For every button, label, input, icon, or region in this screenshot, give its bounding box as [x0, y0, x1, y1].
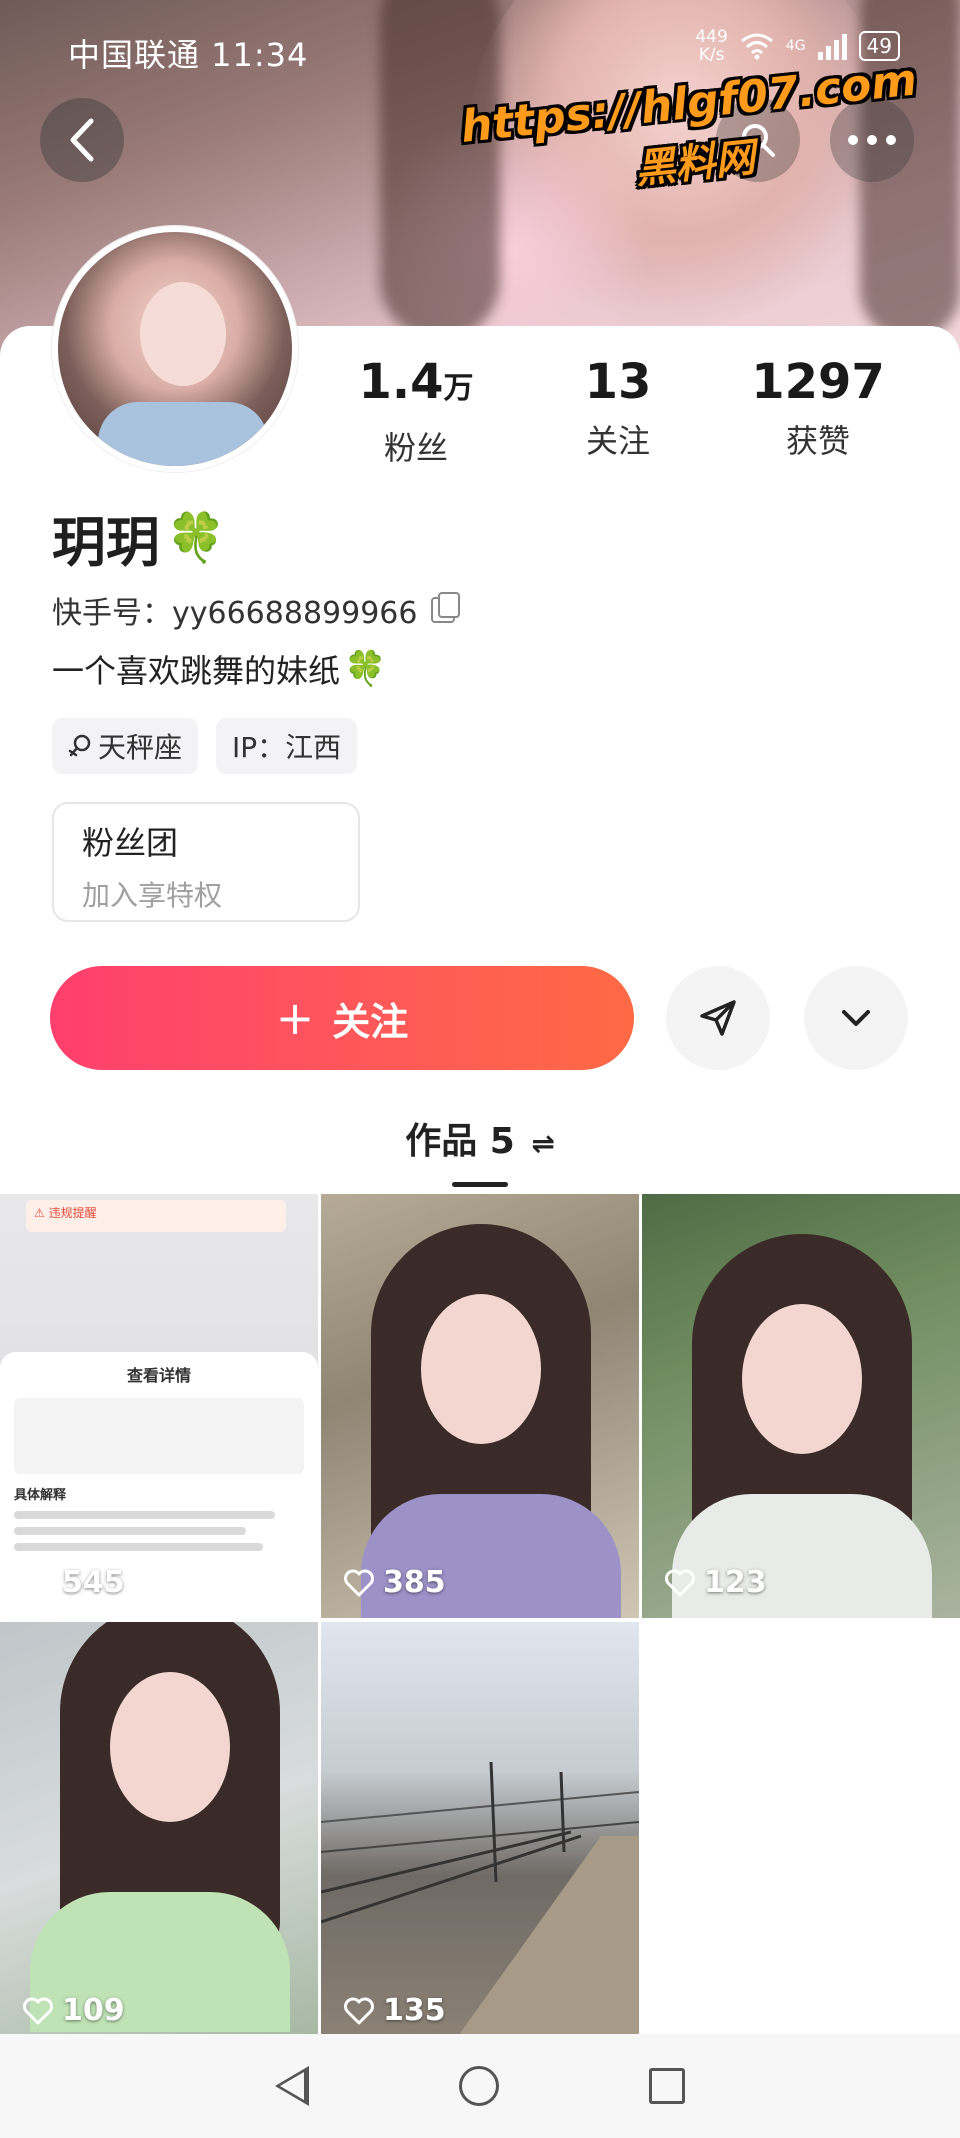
- heart-icon: [23, 1997, 53, 2024]
- tag-zodiac-label: 天秤座: [98, 731, 183, 764]
- chevron-down-icon: [842, 1010, 870, 1026]
- tile-likes: 109: [22, 1993, 125, 2028]
- network-speed: 449 K/s: [695, 28, 727, 64]
- nav-recent-icon[interactable]: [649, 2068, 685, 2104]
- work-tile-3[interactable]: 123: [642, 1194, 960, 1618]
- plus-icon: +: [275, 991, 315, 1045]
- bio-text: 一个喜欢跳舞的妹纸: [52, 652, 341, 690]
- tile-likes: 135: [343, 1993, 446, 2028]
- nav-back-icon[interactable]: [275, 2066, 309, 2106]
- send-icon: [700, 1000, 736, 1036]
- likes-label: 获赞: [785, 422, 850, 460]
- profile-name: 玥玥 🍀: [52, 498, 226, 577]
- likes-count: 109: [62, 1993, 125, 2028]
- detail-title: 查看详情: [126, 1366, 191, 1385]
- work-tile-2[interactable]: 385: [321, 1194, 639, 1618]
- system-navigation-bar: [0, 2034, 960, 2138]
- works-label: 作品 5: [405, 1121, 515, 1162]
- kuaishou-id: 快手号：yy66688899966: [52, 588, 461, 632]
- profile-bio: 一个喜欢跳舞的妹纸 🍀: [52, 646, 386, 692]
- railway-scene: [321, 1761, 639, 2046]
- tile-likes: 123: [664, 1565, 767, 1600]
- work-tile-1[interactable]: ⚠ 违规提醒 查看详情 具体解释 545: [0, 1194, 318, 1618]
- follow-label: 关注: [332, 999, 409, 1044]
- zodiac-icon: [68, 734, 91, 757]
- follow-button[interactable]: + 关注: [50, 966, 634, 1070]
- carrier-time: 中国联通 11:34: [68, 36, 309, 74]
- likes-count: 123: [704, 1565, 767, 1600]
- stat-following[interactable]: 13 关注: [518, 354, 718, 462]
- back-button[interactable]: [40, 98, 124, 182]
- fans-unit: 万: [443, 371, 474, 406]
- work-tile-5[interactable]: 135: [321, 1622, 639, 2046]
- tab-underline: [452, 1182, 508, 1187]
- avatar[interactable]: [52, 226, 298, 472]
- tile-likes: 545: [22, 1565, 125, 1600]
- fan-club-subtitle: 加入享特权: [82, 879, 223, 912]
- likes-count: 1297: [751, 354, 885, 410]
- stat-likes[interactable]: 1297 获赞: [718, 354, 918, 462]
- net-speed-unit: K/s: [698, 45, 725, 65]
- likes-count: 135: [383, 1993, 446, 2028]
- heart-icon: [344, 1569, 374, 1596]
- likes-count: 385: [383, 1565, 446, 1600]
- tab-works[interactable]: 作品 5 ⇌: [0, 1112, 960, 1164]
- fan-club-card[interactable]: 粉丝团 加入享特权: [52, 802, 360, 922]
- fans-label: 粉丝: [383, 429, 448, 467]
- signal-icon: [817, 32, 847, 60]
- fan-club-title: 粉丝团: [82, 824, 179, 862]
- heart-icon: [665, 1569, 695, 1596]
- following-count: 13: [584, 354, 652, 410]
- likes-count: 545: [62, 1565, 125, 1600]
- detail-section-title: 具体解释: [14, 1488, 67, 1503]
- heart-icon: [344, 1997, 374, 2024]
- alert-text: 违规提醒: [48, 1206, 97, 1220]
- violation-alert-banner: ⚠ 违规提醒: [26, 1200, 286, 1232]
- nav-home-icon[interactable]: [459, 2066, 499, 2106]
- tag-ip-label: IP：江西: [232, 731, 342, 764]
- tile-likes: 385: [343, 1565, 446, 1600]
- copy-icon[interactable]: [431, 592, 461, 623]
- wifi-icon: [740, 33, 773, 60]
- work-tile-4[interactable]: 109: [0, 1622, 318, 2046]
- heart-icon: [23, 1569, 53, 1596]
- following-label: 关注: [585, 422, 650, 460]
- battery-level: 49: [866, 34, 892, 58]
- fans-count: 1.4: [358, 354, 444, 410]
- profile-tags: 天秤座 IP：江西: [52, 718, 358, 774]
- stat-fans[interactable]: 1.4万 粉丝: [316, 354, 516, 469]
- kuaishou-id-text: 快手号：yy66688899966: [52, 596, 418, 631]
- net-speed-value: 449: [695, 27, 728, 47]
- send-message-button[interactable]: [666, 966, 770, 1070]
- tag-ip-location: IP：江西: [216, 718, 358, 774]
- network-type: 4G: [785, 38, 806, 54]
- bio-clover-icon: 🍀: [344, 649, 387, 689]
- profile-name-text: 玥玥: [52, 511, 160, 574]
- chevron-left-icon: [70, 118, 94, 162]
- expand-button[interactable]: [804, 966, 908, 1070]
- sort-icon[interactable]: ⇌: [531, 1127, 554, 1160]
- tag-zodiac[interactable]: 天秤座: [52, 718, 199, 774]
- clover-icon: 🍀: [166, 510, 226, 566]
